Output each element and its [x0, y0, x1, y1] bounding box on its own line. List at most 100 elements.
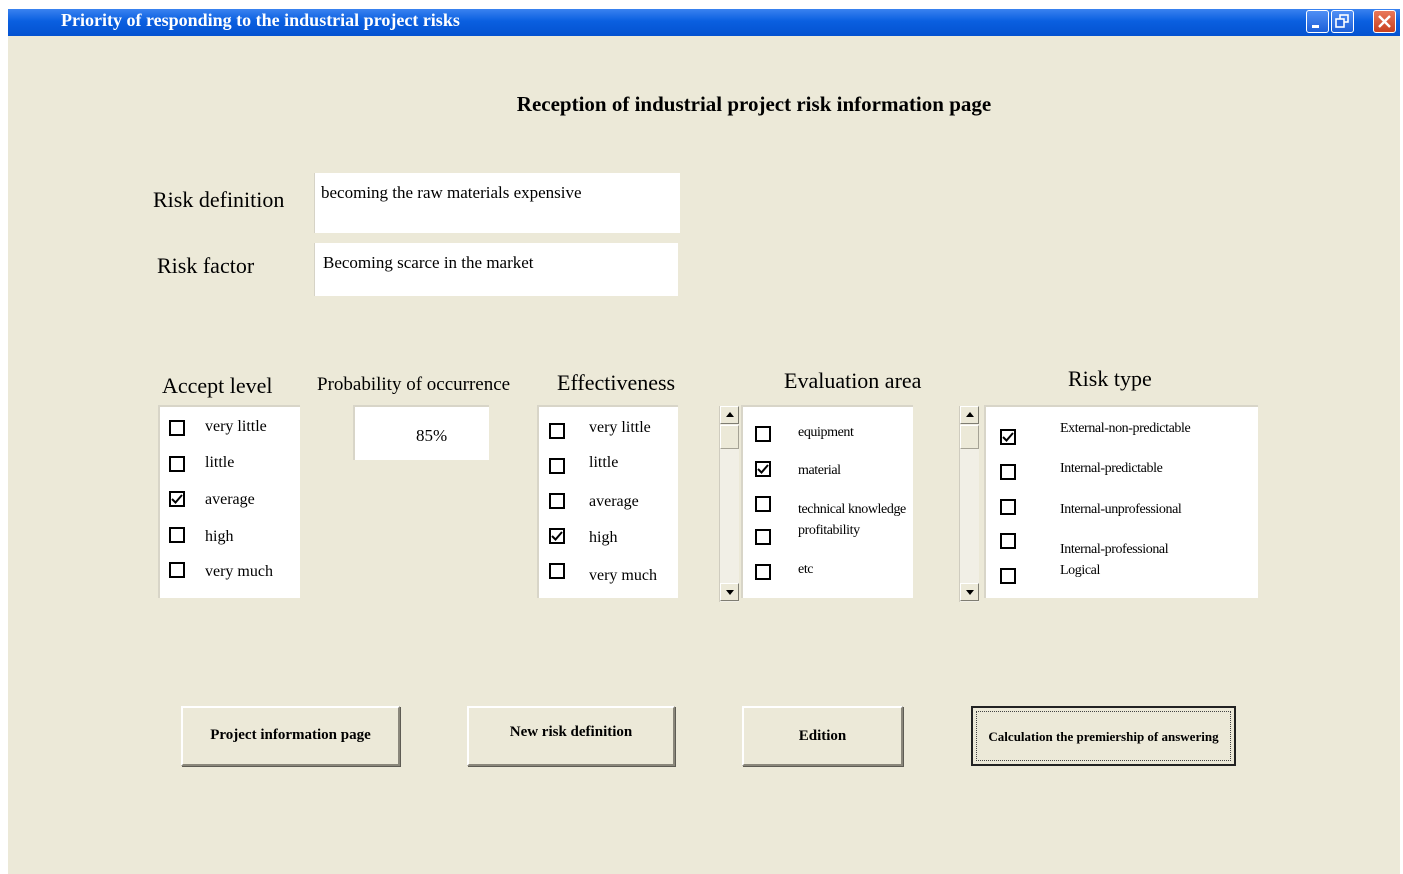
- checkmark-icon: [551, 531, 563, 541]
- checkbox-profitability[interactable]: [755, 529, 771, 545]
- risk-definition-label: Risk definition: [153, 187, 285, 212]
- title-bar[interactable]: Priority of responding to the industrial…: [8, 9, 1400, 36]
- item-label: high: [205, 528, 234, 545]
- list-item[interactable]: Internal-professional: [986, 533, 1258, 557]
- item-label: average: [589, 493, 639, 510]
- list-item[interactable]: Internal-unprofessional: [986, 499, 1258, 523]
- item-label: very much: [205, 563, 273, 580]
- accept-level-label: Accept level: [162, 373, 273, 398]
- scroll-thumb[interactable]: [960, 425, 979, 449]
- item-label: equipment: [798, 425, 854, 440]
- evaluation-area-label: Evaluation area: [784, 368, 922, 393]
- scroll-down-button[interactable]: [720, 583, 739, 601]
- item-label: little: [205, 454, 235, 471]
- accept-level-list[interactable]: very little little average high very muc…: [158, 405, 300, 598]
- risk-factor-value: Becoming scarce in the market: [323, 253, 534, 272]
- checkbox-internal-predictable[interactable]: [1000, 464, 1016, 480]
- checkmark-icon: [1002, 432, 1014, 442]
- risk-factor-label: Risk factor: [157, 253, 255, 278]
- list-item[interactable]: profitability: [743, 523, 913, 553]
- checkbox-very-much[interactable]: [549, 563, 565, 579]
- calculate-premiership-button[interactable]: Calculation the premiership of answering: [971, 706, 1236, 766]
- checkbox-technical-knowledge[interactable]: [755, 496, 771, 512]
- list-item[interactable]: average: [160, 491, 300, 515]
- list-item[interactable]: little: [160, 454, 300, 480]
- item-label: Internal-professional: [1060, 542, 1169, 557]
- list-item[interactable]: very little: [539, 419, 678, 447]
- close-button[interactable]: [1373, 10, 1396, 33]
- scroll-up-button[interactable]: [960, 406, 979, 424]
- item-label: technical knowledge: [798, 502, 906, 517]
- checkbox-little[interactable]: [169, 456, 185, 472]
- effectiveness-list[interactable]: very little little average high very muc…: [537, 405, 678, 598]
- list-item[interactable]: Internal-predictable: [986, 461, 1258, 488]
- list-item[interactable]: External-non-predictable: [986, 421, 1258, 453]
- item-label: External-non-predictable: [1060, 421, 1191, 436]
- project-information-button[interactable]: Project information page: [181, 706, 400, 766]
- list-item[interactable]: high: [160, 527, 300, 551]
- item-label: little: [589, 454, 619, 471]
- item-label: very much: [589, 567, 657, 584]
- checkbox-logical[interactable]: [1000, 568, 1016, 584]
- item-label: Internal-predictable: [1060, 461, 1163, 476]
- checkbox-average[interactable]: [549, 493, 565, 509]
- list-item[interactable]: Logical: [986, 563, 1258, 592]
- button-label: Edition: [798, 728, 847, 744]
- scroll-down-button[interactable]: [960, 583, 979, 601]
- arrow-up-icon: [966, 412, 974, 417]
- list-item[interactable]: very much: [539, 563, 678, 587]
- checkbox-internal-professional[interactable]: [1000, 533, 1016, 549]
- item-label: Logical: [1060, 563, 1100, 578]
- list-item[interactable]: average: [539, 493, 678, 517]
- risk-factor-field[interactable]: Becoming scarce in the market: [314, 243, 678, 296]
- restore-icon: [1335, 14, 1349, 28]
- probability-value: 85%: [416, 426, 448, 445]
- item-label: very little: [589, 419, 651, 436]
- list-item[interactable]: etc: [743, 562, 913, 588]
- item-label: high: [589, 529, 618, 546]
- checkbox-little[interactable]: [549, 458, 565, 474]
- list-item[interactable]: equipment: [743, 425, 913, 450]
- checkbox-equipment[interactable]: [755, 426, 771, 442]
- item-label: profitability: [798, 523, 860, 538]
- probability-label: Probability of occurrence: [317, 374, 511, 395]
- minimize-button[interactable]: [1306, 10, 1329, 33]
- list-item[interactable]: technical knowledge: [743, 496, 913, 520]
- list-item[interactable]: high: [539, 528, 678, 552]
- risk-type-scrollbar[interactable]: [959, 406, 979, 602]
- list-item[interactable]: little: [539, 454, 678, 482]
- checkbox-very-much[interactable]: [169, 562, 185, 578]
- arrow-down-icon: [966, 590, 974, 595]
- checkbox-etc[interactable]: [755, 564, 771, 580]
- checkbox-average[interactable]: [169, 491, 185, 507]
- arrow-up-icon: [726, 412, 734, 417]
- window-title: Priority of responding to the industrial…: [61, 10, 460, 30]
- probability-field[interactable]: 85%: [353, 405, 489, 460]
- checkbox-internal-unprofessional[interactable]: [1000, 499, 1016, 515]
- restore-button[interactable]: [1331, 10, 1354, 33]
- item-label: Internal-unprofessional: [1060, 502, 1182, 517]
- evaluation-area-scrollbar[interactable]: [719, 406, 739, 602]
- button-label: Project information page: [210, 727, 371, 743]
- risk-definition-field[interactable]: becoming the raw materials expensive: [314, 173, 680, 233]
- list-item[interactable]: very much: [160, 562, 300, 586]
- checkbox-high[interactable]: [169, 527, 185, 543]
- list-item[interactable]: material: [743, 461, 913, 485]
- new-risk-definition-button[interactable]: New risk definition: [467, 706, 675, 766]
- minimize-icon: [1312, 25, 1319, 28]
- checkbox-external-non-predictable[interactable]: [1000, 429, 1016, 445]
- checkbox-high[interactable]: [549, 528, 565, 544]
- scroll-thumb[interactable]: [720, 425, 739, 449]
- close-icon: [1378, 15, 1391, 28]
- list-item[interactable]: very little: [160, 418, 300, 444]
- scroll-up-button[interactable]: [720, 406, 739, 424]
- checkbox-very-little[interactable]: [549, 423, 565, 439]
- checkmark-icon: [171, 494, 183, 504]
- checkbox-very-little[interactable]: [169, 420, 185, 436]
- checkbox-material[interactable]: [755, 461, 771, 477]
- risk-type-list[interactable]: External-non-predictable Internal-predic…: [984, 405, 1258, 598]
- edition-button[interactable]: Edition: [742, 706, 903, 766]
- item-label: material: [798, 463, 841, 478]
- app-window: Priority of responding to the industrial…: [8, 9, 1400, 874]
- evaluation-area-list[interactable]: equipment material technical knowledge p…: [741, 405, 913, 598]
